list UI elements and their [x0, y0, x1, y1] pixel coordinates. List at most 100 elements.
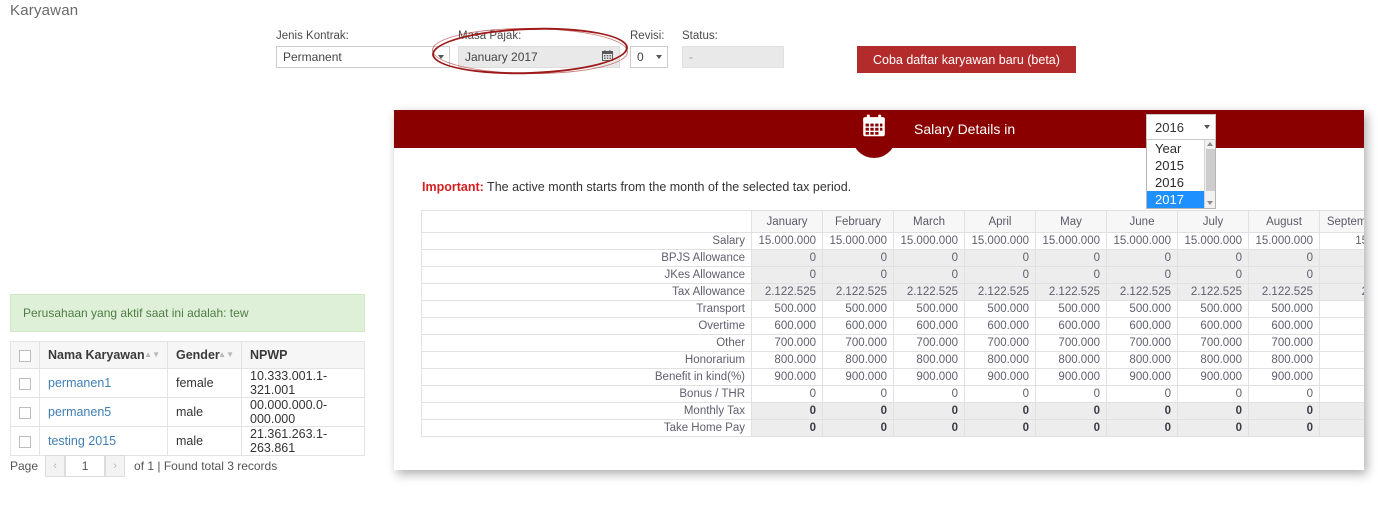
- salary-cell: 0: [822, 249, 894, 267]
- salary-cell: 900.000: [1106, 368, 1178, 386]
- salary-table-scroll[interactable]: January February March April May June Ju…: [421, 210, 1364, 456]
- cell-gender: male: [167, 426, 242, 456]
- masa-pajak-value: January 2017: [465, 50, 538, 64]
- table-row[interactable]: permanen5 male 00.000.000.0-000.000: [10, 397, 365, 427]
- jenis-kontrak-select[interactable]: Permanent: [276, 46, 450, 68]
- employee-link[interactable]: permanen5: [48, 405, 111, 419]
- salary-cell: 800.000: [751, 351, 823, 369]
- salary-row: Overtime 600.000 600.000 600.000 600.000 600.…: [421, 317, 1364, 335]
- salary-cell: 0: [1106, 419, 1178, 437]
- salary-cell: [1319, 249, 1364, 267]
- important-note: Important: The active month starts from …: [422, 180, 851, 194]
- salary-cell: 0: [1106, 249, 1178, 267]
- salary-row-label: JKes Allowance: [421, 266, 752, 284]
- salary-cell: 900.000: [964, 368, 1036, 386]
- modal-header: Salary Details in 2016 Year 2015 2016 20…: [394, 110, 1364, 209]
- salary-cell: 2.122.525: [893, 283, 965, 301]
- salary-cell: 0: [1248, 249, 1320, 267]
- prev-page-button[interactable]: ‹: [45, 455, 66, 477]
- column-label-gender: Gender: [176, 348, 220, 362]
- page-number-input[interactable]: 1: [65, 455, 106, 477]
- column-header-npwp[interactable]: NPWP: [241, 341, 365, 369]
- salary-cell: 2.122.525: [1177, 283, 1249, 301]
- salary-row: Transport 500.000 500.000 500.000 500.000 500…: [421, 300, 1364, 318]
- year-select-wrapper: 2016 Year 2015 2016 2017: [1146, 114, 1216, 209]
- month-header-july: July: [1177, 210, 1249, 233]
- cell-gender: female: [167, 368, 242, 398]
- beta-register-button[interactable]: Coba daftar karyawan baru (beta): [857, 46, 1076, 73]
- month-header-may: May: [1035, 210, 1107, 233]
- salary-cell: 500.000: [1177, 300, 1249, 318]
- salary-cell: 0: [1248, 402, 1320, 420]
- salary-cell: 0: [1035, 249, 1107, 267]
- salary-cell: 700.000: [1248, 334, 1320, 352]
- salary-cell: 0: [1248, 385, 1320, 403]
- salary-cell: 600.000: [1177, 317, 1249, 335]
- salary-row-label: Monthly Tax: [421, 402, 752, 420]
- salary-cell: 0: [964, 249, 1036, 267]
- select-all-checkbox[interactable]: [19, 349, 31, 362]
- salary-cell: 700.000: [751, 334, 823, 352]
- salary-cell: 0: [822, 419, 894, 437]
- salary-cell: 2.122.525: [822, 283, 894, 301]
- salary-cell: 0: [1177, 266, 1249, 284]
- salary-cell: 800.000: [822, 351, 894, 369]
- salary-cell: 800.000: [1035, 351, 1107, 369]
- column-header-gender[interactable]: Gender ▲▼: [167, 341, 242, 369]
- status-label: Status:: [682, 30, 718, 42]
- salary-cell: 15.000.000: [1106, 232, 1178, 250]
- sort-icon[interactable]: ▲▼: [144, 351, 160, 359]
- month-header-april: April: [964, 210, 1036, 233]
- revisi-select[interactable]: 0: [630, 46, 668, 68]
- calendar-icon[interactable]: [601, 50, 614, 64]
- salary-row: Salary 15.000.000 15.000.000 15.000.000 15.0…: [421, 232, 1364, 250]
- salary-row-label: Overtime: [421, 317, 752, 335]
- table-row[interactable]: permanen1 female 10.333.001.1-321.001: [10, 368, 365, 398]
- salary-row: Bonus / THR 0 0 0 0 0 0 0 0: [421, 385, 1364, 403]
- year-select[interactable]: 2016: [1146, 114, 1216, 140]
- row-select-cell[interactable]: [10, 426, 40, 456]
- salary-cell: 0: [1106, 402, 1178, 420]
- row-select-cell[interactable]: [10, 368, 40, 398]
- masa-pajak-input[interactable]: January 2017: [458, 46, 620, 68]
- salary-cell: 600.000: [1248, 317, 1320, 335]
- employee-link[interactable]: testing 2015: [48, 434, 116, 448]
- year-select-value: 2016: [1155, 119, 1184, 135]
- salary-cell: 0: [1177, 385, 1249, 403]
- employee-link[interactable]: permanen1: [48, 376, 111, 390]
- row-checkbox[interactable]: [19, 435, 31, 448]
- salary-cell: [1319, 266, 1364, 284]
- next-page-button[interactable]: ›: [105, 455, 126, 477]
- salary-cell: 700.000: [1035, 334, 1107, 352]
- scroll-up-icon[interactable]: [1207, 142, 1213, 146]
- salary-cell: 0: [822, 385, 894, 403]
- row-select-cell[interactable]: [10, 397, 40, 427]
- row-checkbox[interactable]: [19, 406, 31, 419]
- salary-row-label: Take Home Pay: [421, 419, 752, 437]
- salary-row: Take Home Pay 0 0 0 0 0 0 0 0: [421, 419, 1364, 437]
- table-row[interactable]: testing 2015 male 21.361.263.1-263.861: [10, 426, 365, 456]
- column-header-nama[interactable]: Nama Karyawan ▲▼: [39, 341, 168, 369]
- salary-row: BPJS Allowance 0 0 0 0 0 0 0 0: [421, 249, 1364, 267]
- salary-cell: 0: [1248, 266, 1320, 284]
- revisi-value: 0: [637, 50, 644, 64]
- salary-header-row: January February March April May June Ju…: [421, 210, 1364, 233]
- field-masa-pajak: Masa Pajak: January 2017: [458, 30, 620, 68]
- salary-cell: 0: [893, 402, 965, 420]
- cell-npwp: 10.333.001.1-321.001: [241, 368, 365, 398]
- salary-table-body: Salary 15.000.000 15.000.000 15.000.000 15.0…: [421, 232, 1364, 437]
- salary-cell: 0: [1177, 402, 1249, 420]
- scrollbar-thumb[interactable]: [1206, 149, 1215, 191]
- row-checkbox[interactable]: [19, 377, 31, 390]
- jenis-kontrak-label: Jenis Kontrak:: [276, 30, 349, 42]
- salary-cell: 2.122.525: [751, 283, 823, 301]
- salary-cell: 900.000: [893, 368, 965, 386]
- salary-cell: [1319, 419, 1364, 437]
- salary-cell: 60: [1319, 317, 1364, 335]
- salary-details-modal: Salary Details in 2016 Year 2015 2016 20…: [394, 110, 1364, 470]
- select-all-header[interactable]: [10, 341, 40, 369]
- dropdown-scrollbar[interactable]: [1204, 140, 1215, 208]
- sort-icon[interactable]: ▲▼: [218, 351, 234, 359]
- salary-cell: 0: [893, 385, 965, 403]
- scroll-down-icon[interactable]: [1207, 201, 1213, 205]
